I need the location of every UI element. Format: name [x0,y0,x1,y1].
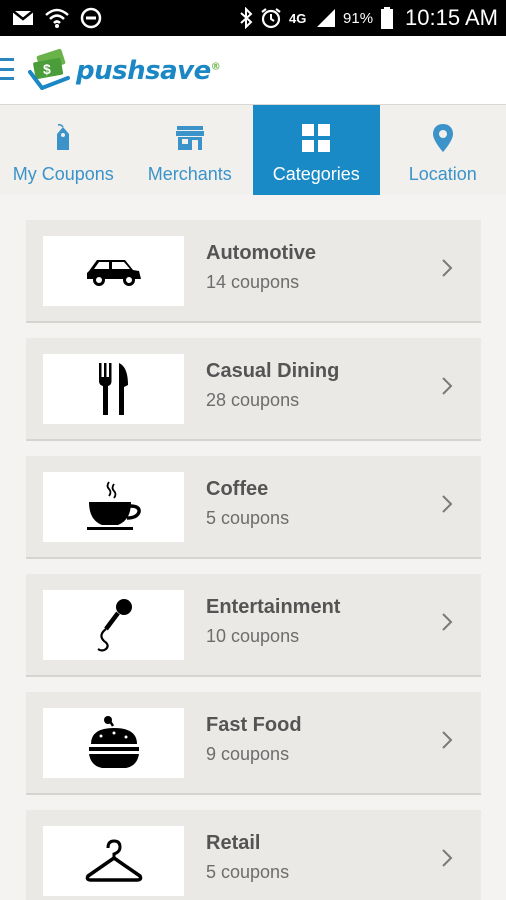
4g-icon: 4G [289,7,309,29]
category-name: Fast Food [206,714,302,736]
status-bar-system: 4G 91% 10:15 AM [239,0,498,36]
chevron-right-icon [441,612,453,637]
category-name: Retail [206,832,261,854]
battery-icon [380,6,394,30]
svg-text:4G: 4G [289,11,306,26]
category-item-retail[interactable]: Retail 5 coupons [26,810,481,900]
category-count: 9 coupons [206,744,290,764]
menu-button[interactable] [0,58,18,80]
chevron-right-icon [441,494,453,519]
svg-text:$: $ [43,61,51,77]
category-name: Automotive [206,242,316,264]
coffee-cup-icon [43,472,184,542]
category-name: Coffee [206,478,269,500]
tab-bar: My Coupons Merchants Categories Location [0,104,506,195]
tab-merchants[interactable]: Merchants [127,105,254,195]
category-item-entertainment[interactable]: Entertainment 10 coupons [26,574,481,677]
tab-location[interactable]: Location [380,105,506,195]
app-bar: $ pushsave® [0,36,506,104]
wifi-icon [44,7,70,29]
hanger-icon [43,826,184,896]
category-item-coffee[interactable]: Coffee 5 coupons [26,456,481,559]
store-icon [175,123,205,153]
tab-categories[interactable]: Categories [253,105,380,195]
category-list: Automotive 14 coupons Casual Dining 28 c… [26,220,481,900]
category-count: 28 coupons [206,390,300,410]
category-name: Entertainment [206,596,341,618]
category-item-automotive[interactable]: Automotive 14 coupons [26,220,481,323]
tab-label: Location [408,164,477,184]
chevron-right-icon [441,848,453,873]
menu-icon-bar [0,67,14,71]
chevron-right-icon [441,730,453,755]
tab-label: Merchants [147,164,232,184]
category-count: 5 coupons [206,862,290,882]
menu-icon [0,58,14,61]
category-count: 14 coupons [206,272,300,292]
status-bar-notifications [12,0,102,36]
signal-icon [316,7,336,29]
alarm-icon [260,7,282,29]
category-name: Casual Dining [206,360,340,382]
battery-percent: 91% [343,9,374,27]
location-pin-icon [432,123,454,153]
fork-knife-icon [43,354,184,424]
category-count: 5 coupons [206,508,290,528]
tab-label: My Coupons [12,164,114,184]
chevron-right-icon [441,258,453,283]
category-item-fast-food[interactable]: Fast Food 9 coupons [26,692,481,795]
chevron-right-icon [441,376,453,401]
status-bar: 4G 91% 10:15 AM [0,0,506,36]
status-time: 10:15 AM [405,5,498,30]
gmail-icon [12,9,34,27]
tab-label: Categories [272,164,360,184]
logo-text: pushsave® [76,56,221,86]
tag-icon [52,123,74,153]
do-not-disturb-icon [80,7,102,29]
burger-icon [43,708,184,778]
app-logo[interactable]: $ pushsave® [28,46,221,96]
menu-icon-bar [0,77,14,80]
microphone-icon [43,590,184,660]
bluetooth-icon [239,7,253,29]
category-item-casual-dining[interactable]: Casual Dining 28 coupons [26,338,481,441]
registered-mark-icon: ® [210,61,221,73]
grid-icon [302,123,331,153]
pushsave-logo-icon: $ [28,48,72,95]
category-count: 10 coupons [206,626,300,646]
tab-my-coupons[interactable]: My Coupons [0,105,127,195]
car-icon [43,236,184,306]
